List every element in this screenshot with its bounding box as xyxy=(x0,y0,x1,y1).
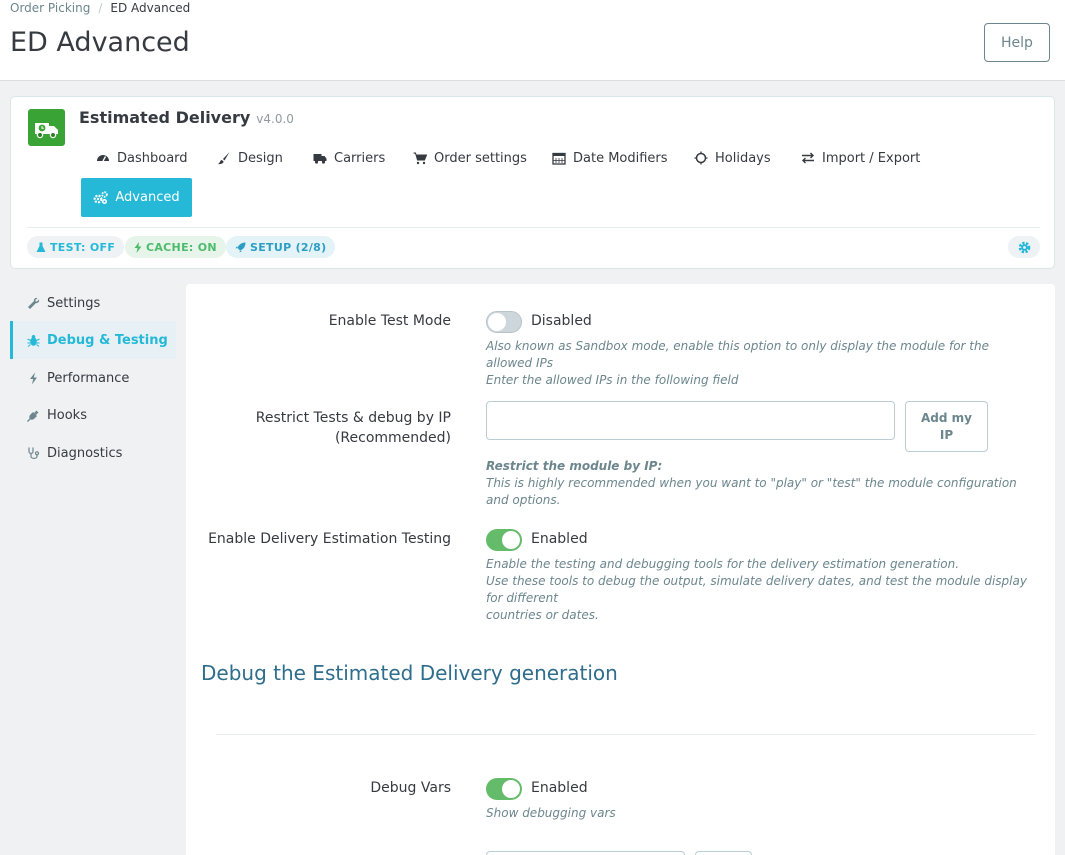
setup-status-label: SETUP (2/8) xyxy=(250,240,327,254)
nav-advanced-label: Advanced xyxy=(115,190,180,205)
wrench-icon xyxy=(28,297,40,309)
restrict-ip-label-line: Restrict Tests & debug by IP xyxy=(255,410,451,426)
nav-order-settings[interactable]: Order settings xyxy=(413,148,527,168)
sidebar-item-label: Diagnostics xyxy=(47,445,123,461)
nav-dashboard[interactable]: Dashboard xyxy=(96,148,188,168)
nav-import-export[interactable]: Import / Export xyxy=(801,148,920,168)
nav-label: Dashboard xyxy=(117,150,188,166)
help-line: Also known as Sandbox mode, enable this … xyxy=(486,339,989,370)
card-divider xyxy=(27,227,1040,228)
restrict-ip-label: Restrict Tests & debug by IP (Recommende… xyxy=(256,408,451,448)
estimation-testing-help: Enable the testing and debugging tools f… xyxy=(486,556,1031,624)
toggle-knob xyxy=(502,780,520,798)
add-ip-label-line: Add my xyxy=(921,411,972,425)
debug-vars-toggle[interactable] xyxy=(486,778,522,800)
test-status-badge[interactable]: TEST: OFF xyxy=(27,236,125,258)
bug-icon xyxy=(27,334,40,347)
nav-label: Date Modifiers xyxy=(573,150,668,166)
exchange-icon xyxy=(802,152,814,164)
help-line: countries or dates. xyxy=(486,608,599,622)
nav-design[interactable]: Design xyxy=(217,148,283,168)
add-my-ip-button[interactable]: Add my IP xyxy=(905,401,988,452)
debug-vars-help: Show debugging vars xyxy=(486,806,616,820)
debug-vars-label: Debug Vars xyxy=(370,780,451,796)
nav-date-modifiers[interactable]: Date Modifiers xyxy=(552,148,668,168)
delivery-truck-icon xyxy=(34,122,58,138)
cogs-icon xyxy=(93,190,109,204)
sidebar-item-hooks[interactable]: Hooks xyxy=(10,396,176,434)
dashboard-icon xyxy=(97,155,109,162)
module-name-text: Estimated Delivery xyxy=(79,108,251,127)
help-line-bold: Restrict the module by IP: xyxy=(486,459,663,473)
breadcrumb-current: ED Advanced xyxy=(110,1,191,15)
test-mode-toggle[interactable] xyxy=(486,311,522,333)
module-version: v4.0.0 xyxy=(256,112,294,126)
breadcrumb-separator: / xyxy=(98,1,103,15)
nav-label: Holidays xyxy=(715,150,771,166)
debug-vars-state: Enabled xyxy=(531,780,588,796)
bolt-icon xyxy=(30,372,37,384)
nav-label: Import / Export xyxy=(822,150,921,166)
bolt-icon xyxy=(134,241,142,253)
sidebar-item-label: Performance xyxy=(47,370,130,386)
rocket-icon xyxy=(235,242,246,252)
toggle-knob xyxy=(502,531,520,549)
sidebar-item-debug-testing[interactable]: Debug & Testing xyxy=(10,321,176,359)
help-line: Enable the testing and debugging tools f… xyxy=(486,557,960,571)
module-logo xyxy=(28,109,65,146)
plug-icon xyxy=(27,410,39,422)
nav-carriers[interactable]: Carriers xyxy=(313,148,385,168)
estimation-testing-toggle[interactable] xyxy=(486,529,522,551)
stethoscope-icon xyxy=(28,447,40,459)
help-line: This is highly recommended when you want… xyxy=(486,476,1017,507)
module-card: Estimated Delivery v4.0.0 Dashboard Desig… xyxy=(10,96,1055,269)
settings-panel: Enable Test Mode Disabled Also known as … xyxy=(186,284,1055,855)
calendar-icon xyxy=(552,152,566,165)
sidebar-item-label: Settings xyxy=(47,295,101,311)
sidebar-item-performance[interactable]: Performance xyxy=(10,359,176,397)
module-name: Estimated Delivery v4.0.0 xyxy=(79,108,294,127)
sidebar-item-label: Debug & Testing xyxy=(47,332,168,348)
truck-icon xyxy=(313,154,327,164)
nav-holidays[interactable]: Holidays xyxy=(694,148,771,168)
nav-label: Order settings xyxy=(434,150,527,166)
sidebar-item-diagnostics[interactable]: Diagnostics xyxy=(10,434,176,472)
restrict-ip-help: Restrict the module by IP: This is highl… xyxy=(486,458,1031,509)
toggle-knob xyxy=(488,313,506,331)
section-divider xyxy=(216,734,1035,735)
help-line: Enter the allowed IPs in the following f… xyxy=(486,373,739,387)
add-ip-label-line: IP xyxy=(939,428,954,442)
test-mode-state: Disabled xyxy=(531,313,592,329)
next-field-input[interactable] xyxy=(486,851,685,855)
test-mode-label: Enable Test Mode xyxy=(328,313,451,329)
settings-gear-button[interactable] xyxy=(1008,236,1040,258)
breadcrumb-parent-link[interactable]: Order Picking xyxy=(10,1,90,15)
flask-icon xyxy=(36,242,46,252)
sun-icon xyxy=(694,151,708,165)
estimation-testing-label: Enable Delivery Estimation Testing xyxy=(208,531,451,547)
section-title: Debug the Estimated Delivery generation xyxy=(201,661,618,685)
setup-status-badge[interactable]: SETUP (2/8) xyxy=(226,236,336,258)
page-title: ED Advanced xyxy=(10,27,190,58)
cache-status-badge[interactable]: CACHE: ON xyxy=(125,236,226,258)
help-button[interactable]: Help xyxy=(984,23,1050,62)
help-line: Use these tools to debug the output, sim… xyxy=(486,574,1027,605)
sidebar-item-label: Hooks xyxy=(47,407,87,423)
restrict-ip-input[interactable] xyxy=(486,401,895,440)
nav-advanced[interactable]: Advanced xyxy=(81,178,192,217)
brush-icon xyxy=(218,152,230,165)
cache-status-label: CACHE: ON xyxy=(146,240,217,254)
test-status-label: TEST: OFF xyxy=(50,240,116,254)
gear-icon xyxy=(1018,241,1030,253)
next-field-button[interactable] xyxy=(695,851,752,855)
page-header: Order Picking / ED Advanced ED Advanced He… xyxy=(0,0,1065,81)
breadcrumb: Order Picking / ED Advanced xyxy=(10,1,190,15)
sidebar-item-settings[interactable]: Settings xyxy=(10,284,176,322)
estimation-testing-state: Enabled xyxy=(531,531,588,547)
shopping-cart-icon xyxy=(413,152,427,165)
test-mode-help: Also known as Sandbox mode, enable this … xyxy=(486,338,1031,389)
restrict-ip-label-line: (Recommended) xyxy=(334,430,451,446)
nav-label: Carriers xyxy=(334,150,386,166)
nav-label: Design xyxy=(238,150,283,166)
